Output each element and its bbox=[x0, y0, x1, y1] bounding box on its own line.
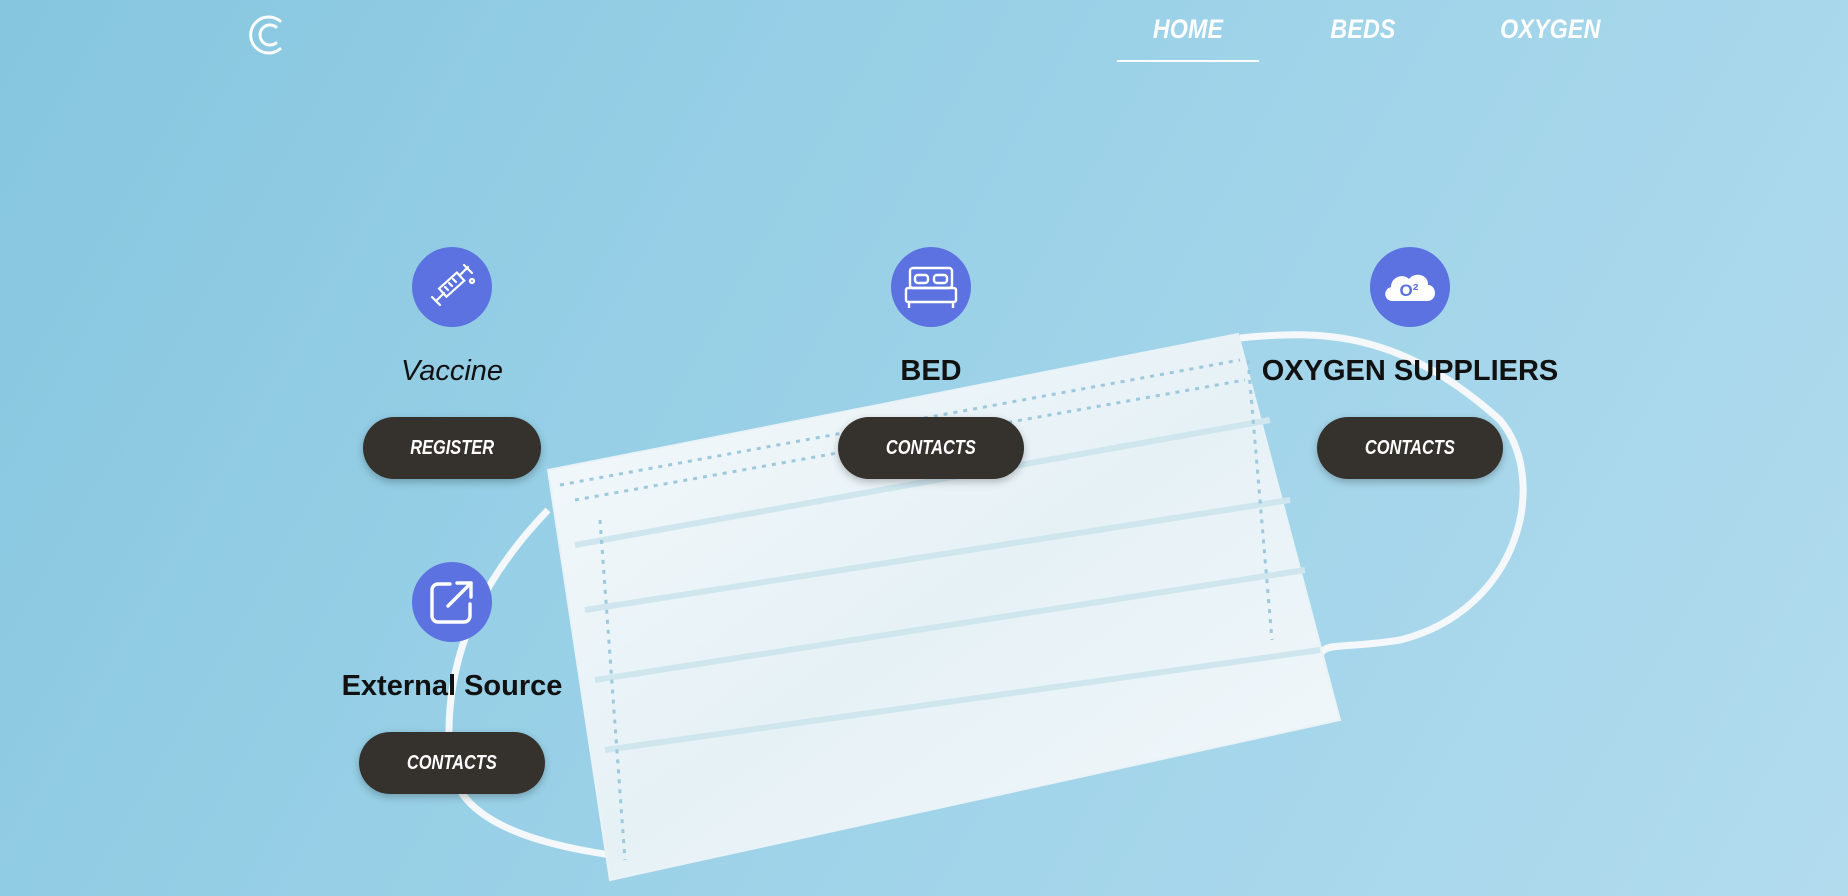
external-link-icon bbox=[412, 562, 492, 642]
nav-home-underline bbox=[1117, 60, 1259, 62]
oxygen-title: OXYGEN SUPPLIERS bbox=[1261, 355, 1559, 387]
oxygen-card: O² OXYGEN SUPPLIERS CONTACTS bbox=[1200, 247, 1620, 479]
external-contacts-button[interactable]: CONTACTS bbox=[359, 732, 545, 794]
bed-icon bbox=[891, 247, 971, 327]
bed-title: BED bbox=[900, 355, 962, 387]
register-button[interactable]: REGISTER bbox=[362, 417, 542, 479]
vaccine-title: Vaccine bbox=[400, 355, 504, 387]
nav-home[interactable]: HOME bbox=[1138, 14, 1238, 45]
oxygen-contacts-button[interactable]: CONTACTS bbox=[1317, 417, 1503, 479]
oxygen-icon-text: O² bbox=[1400, 281, 1419, 300]
vaccine-card: Vaccine REGISTER bbox=[242, 247, 662, 479]
oxygen-cloud-icon: O² bbox=[1370, 247, 1450, 327]
bed-card: BED CONTACTS bbox=[721, 247, 1141, 479]
external-source-card: External Source CONTACTS bbox=[242, 562, 662, 794]
syringe-icon bbox=[412, 247, 492, 327]
bed-contacts-button[interactable]: CONTACTS bbox=[838, 417, 1024, 479]
main-nav: HOME BEDS OXYGEN bbox=[0, 0, 1848, 70]
nav-beds[interactable]: BEDS bbox=[1323, 14, 1404, 45]
external-source-title: External Source bbox=[341, 670, 563, 702]
nav-oxygen[interactable]: OXYGEN bbox=[1500, 14, 1600, 45]
